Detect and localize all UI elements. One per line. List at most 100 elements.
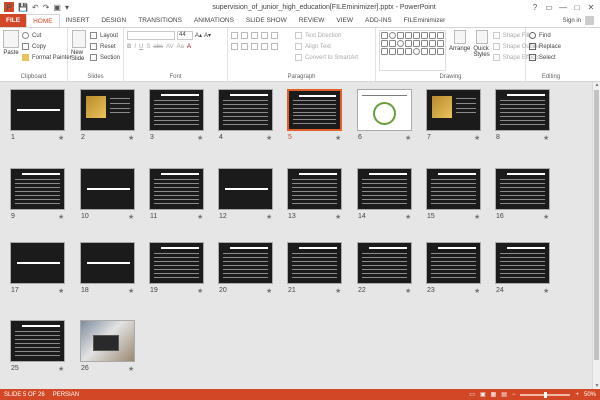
slide-transition-star-icon[interactable]: ★ (405, 134, 411, 142)
text-direction-button[interactable]: Text Direction (295, 30, 358, 41)
quick-styles-button[interactable]: Quick Styles (473, 30, 490, 71)
bold-button[interactable]: B (127, 44, 131, 50)
tab-slide-show[interactable]: SLIDE SHOW (240, 14, 293, 27)
slide-thumbnail[interactable] (149, 89, 204, 131)
slide-thumbnail[interactable] (287, 168, 342, 210)
slide-thumbnail[interactable] (495, 168, 550, 210)
underline-button[interactable]: U (139, 44, 143, 50)
slide-thumbnail[interactable] (357, 242, 412, 284)
save-icon[interactable]: 💾 (18, 3, 28, 12)
tab-home[interactable]: HOME (26, 14, 60, 27)
zoom-in-icon[interactable]: + (575, 392, 579, 398)
close-icon[interactable]: ✕ (584, 3, 598, 12)
slide-thumbnail[interactable] (80, 242, 135, 284)
slide-thumbnail[interactable] (357, 89, 412, 131)
slide-thumbnail[interactable] (218, 242, 273, 284)
increase-indent-icon[interactable] (261, 32, 268, 39)
slide-transition-star-icon[interactable]: ★ (197, 213, 203, 221)
zoom-slider[interactable] (520, 391, 571, 398)
slide-transition-star-icon[interactable]: ★ (543, 134, 549, 142)
slide-transition-star-icon[interactable]: ★ (335, 287, 341, 295)
tab-file[interactable]: FILE (0, 14, 27, 27)
font-color-button[interactable]: A (187, 44, 191, 50)
normal-view-icon[interactable]: ▣ (480, 391, 486, 398)
tab-animations[interactable]: ANIMATIONS (188, 14, 240, 27)
bullets-icon[interactable] (231, 32, 238, 39)
slide-transition-star-icon[interactable]: ★ (474, 134, 480, 142)
slide-thumbnail[interactable] (495, 242, 550, 284)
align-center-icon[interactable] (241, 43, 248, 50)
start-slideshow-icon[interactable]: ▣ (53, 3, 61, 12)
line-spacing-icon[interactable] (271, 32, 278, 39)
minimize-icon[interactable]: — (556, 3, 570, 12)
slide-transition-star-icon[interactable]: ★ (335, 134, 341, 142)
slide-thumbnail[interactable] (149, 168, 204, 210)
slide-thumbnail[interactable] (80, 89, 135, 131)
align-left-icon[interactable] (231, 43, 238, 50)
slide-transition-star-icon[interactable]: ★ (58, 134, 64, 142)
align-right-icon[interactable] (251, 43, 258, 50)
slide-thumbnail[interactable] (287, 89, 342, 131)
reading-view-icon[interactable]: ▤ (501, 391, 507, 398)
select-button[interactable]: Select (529, 52, 573, 63)
slide-thumbnail[interactable] (80, 168, 135, 210)
maximize-icon[interactable]: □ (570, 3, 584, 12)
tab-view[interactable]: VIEW (330, 14, 359, 27)
align-text-button[interactable]: Align Text (295, 41, 358, 52)
slide-transition-star-icon[interactable]: ★ (266, 213, 272, 221)
italic-button[interactable]: I (134, 44, 136, 50)
slide-transition-star-icon[interactable]: ★ (266, 287, 272, 295)
slide-transition-star-icon[interactable]: ★ (58, 287, 64, 295)
slide-thumbnail[interactable] (287, 242, 342, 284)
slide-thumbnail[interactable] (10, 320, 65, 362)
font-size-combo[interactable]: 44 (177, 31, 193, 40)
paste-button[interactable]: Paste (3, 30, 19, 71)
slide-transition-star-icon[interactable]: ★ (197, 287, 203, 295)
strikethrough-button[interactable]: abc (153, 44, 163, 50)
justify-icon[interactable] (261, 43, 268, 50)
help-icon[interactable]: ? (528, 3, 542, 12)
char-spacing-button[interactable]: AV (166, 44, 174, 50)
slide-thumbnail[interactable] (495, 89, 550, 131)
new-slide-button[interactable]: New Slide (71, 30, 87, 71)
slide-thumbnail[interactable] (218, 89, 273, 131)
slide-transition-star-icon[interactable]: ★ (58, 213, 64, 221)
columns-icon[interactable] (271, 43, 278, 50)
slide-transition-star-icon[interactable]: ★ (58, 365, 64, 373)
tab-fileminimizer[interactable]: FILEminimizer (398, 14, 452, 27)
tab-transitions[interactable]: TRANSITIONS (132, 14, 188, 27)
slide-thumbnail[interactable] (149, 242, 204, 284)
slide-thumbnail[interactable] (10, 242, 65, 284)
slide-transition-star-icon[interactable]: ★ (405, 213, 411, 221)
sign-in[interactable]: Sign in (563, 16, 600, 25)
tab-design[interactable]: DESIGN (95, 14, 132, 27)
slide-sorter[interactable]: 1 ★ 2 ★ 3 ★ 4 ★ 5 ★ 6 ★ 7 ★ 8 ★ 9 ★ 10 ★ 11 ★ 12 ★ 13 ★ 14 ★ 15 ★ 16 ★ 1… (0, 82, 592, 389)
numbering-icon[interactable] (241, 32, 248, 39)
slide-thumbnail[interactable] (426, 89, 481, 131)
customize-qat-icon[interactable]: ▾ (65, 3, 69, 12)
tab-insert[interactable]: INSERT (60, 14, 96, 27)
change-case-button[interactable]: Aa (177, 44, 184, 50)
scroll-up-icon[interactable]: ▲ (593, 82, 600, 88)
scroll-thumb[interactable] (594, 90, 599, 360)
shrink-font-button[interactable]: A▾ (204, 32, 211, 39)
slide-transition-star-icon[interactable]: ★ (128, 213, 134, 221)
language-indicator[interactable]: PERSIAN (53, 392, 79, 398)
replace-button[interactable]: Replace (529, 41, 573, 52)
zoom-slider-knob[interactable] (543, 391, 547, 398)
slide-transition-star-icon[interactable]: ★ (128, 365, 134, 373)
zoom-out-icon[interactable]: − (512, 392, 516, 398)
font-name-combo[interactable] (127, 31, 175, 40)
slide-transition-star-icon[interactable]: ★ (335, 213, 341, 221)
shapes-gallery[interactable] (379, 30, 446, 71)
slide-thumbnail[interactable] (80, 320, 135, 362)
slide-transition-star-icon[interactable]: ★ (128, 287, 134, 295)
slide-thumbnail[interactable] (218, 168, 273, 210)
slide-sorter-view-icon[interactable]: ▦ (491, 391, 497, 398)
decrease-indent-icon[interactable] (251, 32, 258, 39)
undo-icon[interactable]: ↶ (32, 3, 39, 12)
slide-transition-star-icon[interactable]: ★ (474, 213, 480, 221)
slide-transition-star-icon[interactable]: ★ (266, 134, 272, 142)
tab-review[interactable]: REVIEW (293, 14, 331, 27)
slide-thumbnail[interactable] (426, 242, 481, 284)
